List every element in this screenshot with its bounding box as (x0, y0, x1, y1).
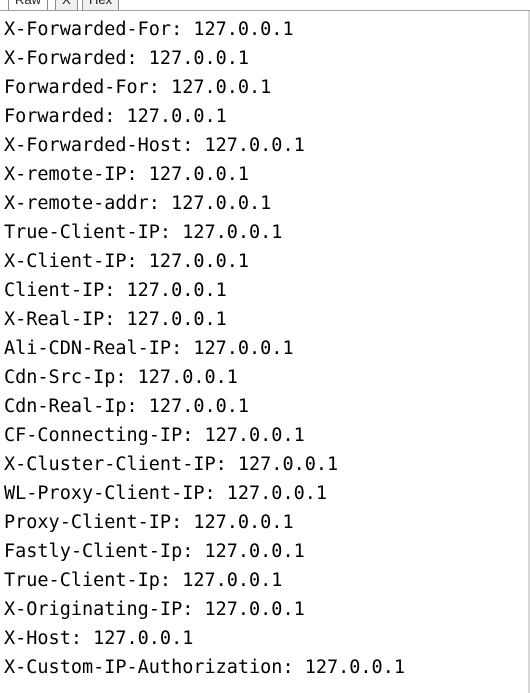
header-line: CF-Connecting-IP: 127.0.0.1 (4, 425, 305, 446)
header-line: X-remote-addr: 127.0.0.1 (4, 193, 272, 214)
tab-x[interactable]: X (55, 0, 78, 10)
header-line: True-Client-IP: 127.0.0.1 (4, 222, 283, 243)
header-list[interactable]: X-Forwarded-For: 127.0.0.1 X-Forwarded: … (4, 15, 405, 682)
tab-hex[interactable]: Hex (82, 0, 120, 10)
header-line: Proxy-Client-IP: 127.0.0.1 (4, 512, 294, 533)
header-line: X-remote-IP: 127.0.0.1 (4, 164, 250, 185)
header-line: X-Originating-IP: 127.0.0.1 (4, 599, 305, 620)
tab-raw[interactable]: Raw (8, 0, 49, 10)
header-line: True-Client-Ip: 127.0.0.1 (4, 570, 283, 591)
header-line: Forwarded: 127.0.0.1 (4, 106, 227, 127)
header-line: X-Custom-IP-Authorization: 127.0.0.1 (4, 657, 405, 678)
header-line: X-Forwarded-Host: 127.0.0.1 (4, 135, 305, 156)
header-line: X-Client-IP: 127.0.0.1 (4, 251, 250, 272)
header-line: Fastly-Client-Ip: 127.0.0.1 (4, 541, 305, 562)
header-line: WL-Proxy-Client-IP: 127.0.0.1 (4, 483, 328, 504)
header-line: Cdn-Src-Ip: 127.0.0.1 (4, 367, 238, 388)
header-line: Forwarded-For: 127.0.0.1 (4, 77, 272, 98)
header-line: X-Forwarded: 127.0.0.1 (4, 48, 250, 69)
header-line: X-Real-IP: 127.0.0.1 (4, 309, 227, 330)
header-line: Cdn-Real-Ip: 127.0.0.1 (4, 396, 250, 417)
header-line: Client-IP: 127.0.0.1 (4, 280, 227, 301)
header-line: X-Host: 127.0.0.1 (4, 628, 194, 649)
header-line: X-Forwarded-For: 127.0.0.1 (4, 19, 294, 40)
header-line: X-Cluster-Client-IP: 127.0.0.1 (4, 454, 339, 475)
raw-viewer-window: Raw X Hex X-Forwarded-For: 127.0.0.1 X-F… (0, 0, 530, 693)
view-mode-tabs: Raw X Hex (0, 0, 530, 11)
header-line: Ali-CDN-Real-IP: 127.0.0.1 (4, 338, 294, 359)
